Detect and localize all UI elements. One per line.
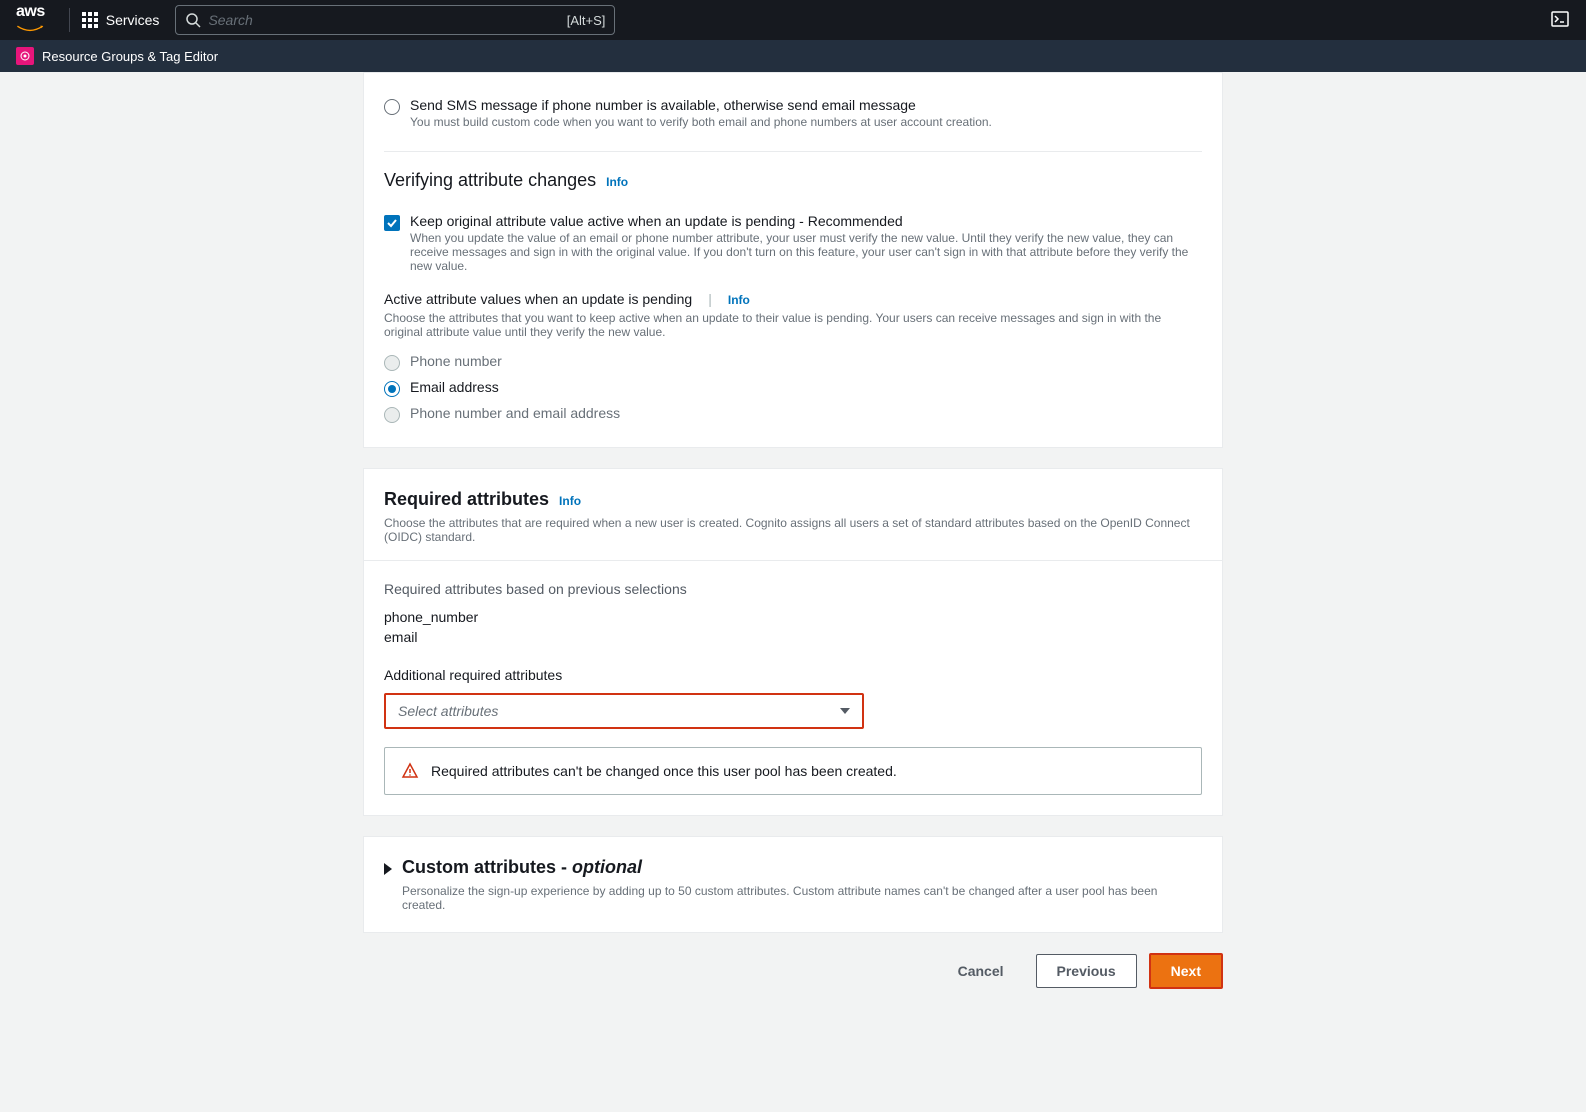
radio-both-label: Phone number and email address (410, 405, 620, 421)
active-attrs-info-link[interactable]: Info (728, 293, 750, 307)
active-attrs-label: Active attribute values when an update i… (384, 291, 692, 307)
required-title: Required attributes (384, 489, 549, 510)
warning-text: Required attributes can't be changed onc… (431, 763, 897, 779)
custom-attrs-desc: Personalize the sign-up experience by ad… (402, 884, 1202, 912)
custom-attrs-title: Custom attributes - optional (402, 857, 1202, 878)
attr-email: email (384, 627, 1202, 647)
verifying-info-link[interactable]: Info (606, 175, 628, 189)
resource-groups-link[interactable]: Resource Groups & Tag Editor (16, 47, 218, 65)
required-info-link[interactable]: Info (559, 494, 581, 508)
search-icon (185, 12, 201, 28)
radio-phone-row: Phone number (384, 349, 1202, 375)
check-icon (386, 217, 398, 229)
select-placeholder: Select attributes (398, 703, 498, 719)
divider (384, 151, 1202, 152)
select-attributes-wrapper: Select attributes (384, 693, 864, 729)
custom-attrs-panel: Custom attributes - optional Personalize… (363, 836, 1223, 933)
attr-phone-number: phone_number (384, 607, 1202, 627)
next-button[interactable]: Next (1149, 953, 1223, 989)
radio-phone-label: Phone number (410, 353, 502, 369)
required-heading: Required attributes Info (384, 489, 1202, 510)
aws-logo[interactable]: aws (16, 3, 45, 37)
services-label: Services (106, 12, 160, 28)
select-attributes-dropdown[interactable]: Select attributes (384, 693, 864, 729)
sms-option-label: Send SMS message if phone number is avai… (410, 97, 992, 113)
search-shortcut: [Alt+S] (567, 13, 606, 28)
verification-panel: Send SMS message if phone number is avai… (363, 72, 1223, 448)
keep-original-label: Keep original attribute value active whe… (410, 213, 1202, 229)
keep-original-desc: When you update the value of an email or… (410, 231, 1202, 273)
resource-groups-label: Resource Groups & Tag Editor (42, 49, 218, 64)
previous-button[interactable]: Previous (1036, 954, 1137, 988)
required-attrs-panel: Required attributes Info Choose the attr… (363, 468, 1223, 816)
prev-selections-label: Required attributes based on previous se… (384, 581, 1202, 597)
keep-original-checkbox-row: Keep original attribute value active whe… (384, 213, 1202, 273)
sms-option-radio[interactable] (384, 99, 400, 115)
disclosure-caret-icon[interactable] (384, 863, 392, 875)
active-attrs-desc: Choose the attributes that you want to k… (384, 311, 1202, 339)
subheader: Resource Groups & Tag Editor (0, 40, 1586, 72)
aws-header: aws Services [Alt+S] (0, 0, 1586, 40)
main-content: Send SMS message if phone number is avai… (343, 72, 1243, 1029)
resource-groups-icon (16, 47, 34, 65)
cloudshell-icon[interactable] (1550, 9, 1570, 29)
sms-option-desc: You must build custom code when you want… (410, 115, 992, 129)
header-divider (69, 8, 70, 32)
warning-icon (401, 762, 419, 780)
keep-original-checkbox[interactable] (384, 215, 400, 231)
cancel-button[interactable]: Cancel (938, 955, 1024, 987)
sms-option-row: Send SMS message if phone number is avai… (384, 93, 1202, 133)
search-container: [Alt+S] (175, 5, 615, 35)
custom-title-text: Custom attributes - (402, 857, 572, 877)
custom-optional-text: optional (572, 857, 642, 877)
verifying-title: Verifying attribute changes (384, 170, 596, 191)
radio-email[interactable] (384, 381, 400, 397)
additional-attrs-label: Additional required attributes (384, 667, 1202, 683)
radio-both (384, 407, 400, 423)
verifying-heading: Verifying attribute changes Info (384, 170, 1202, 191)
radio-both-row: Phone number and email address (384, 401, 1202, 427)
radio-email-label: Email address (410, 379, 499, 395)
services-button[interactable]: Services (82, 12, 160, 28)
required-desc: Choose the attributes that are required … (384, 516, 1202, 544)
caret-down-icon (840, 708, 850, 714)
search-input[interactable] (175, 5, 615, 35)
radio-email-row: Email address (384, 375, 1202, 401)
required-attrs-warning: Required attributes can't be changed onc… (384, 747, 1202, 795)
aws-smile-icon (16, 24, 44, 34)
grid-icon (82, 12, 98, 28)
radio-phone (384, 355, 400, 371)
footer-buttons: Cancel Previous Next (363, 953, 1223, 989)
aws-logo-text: aws (16, 3, 45, 21)
